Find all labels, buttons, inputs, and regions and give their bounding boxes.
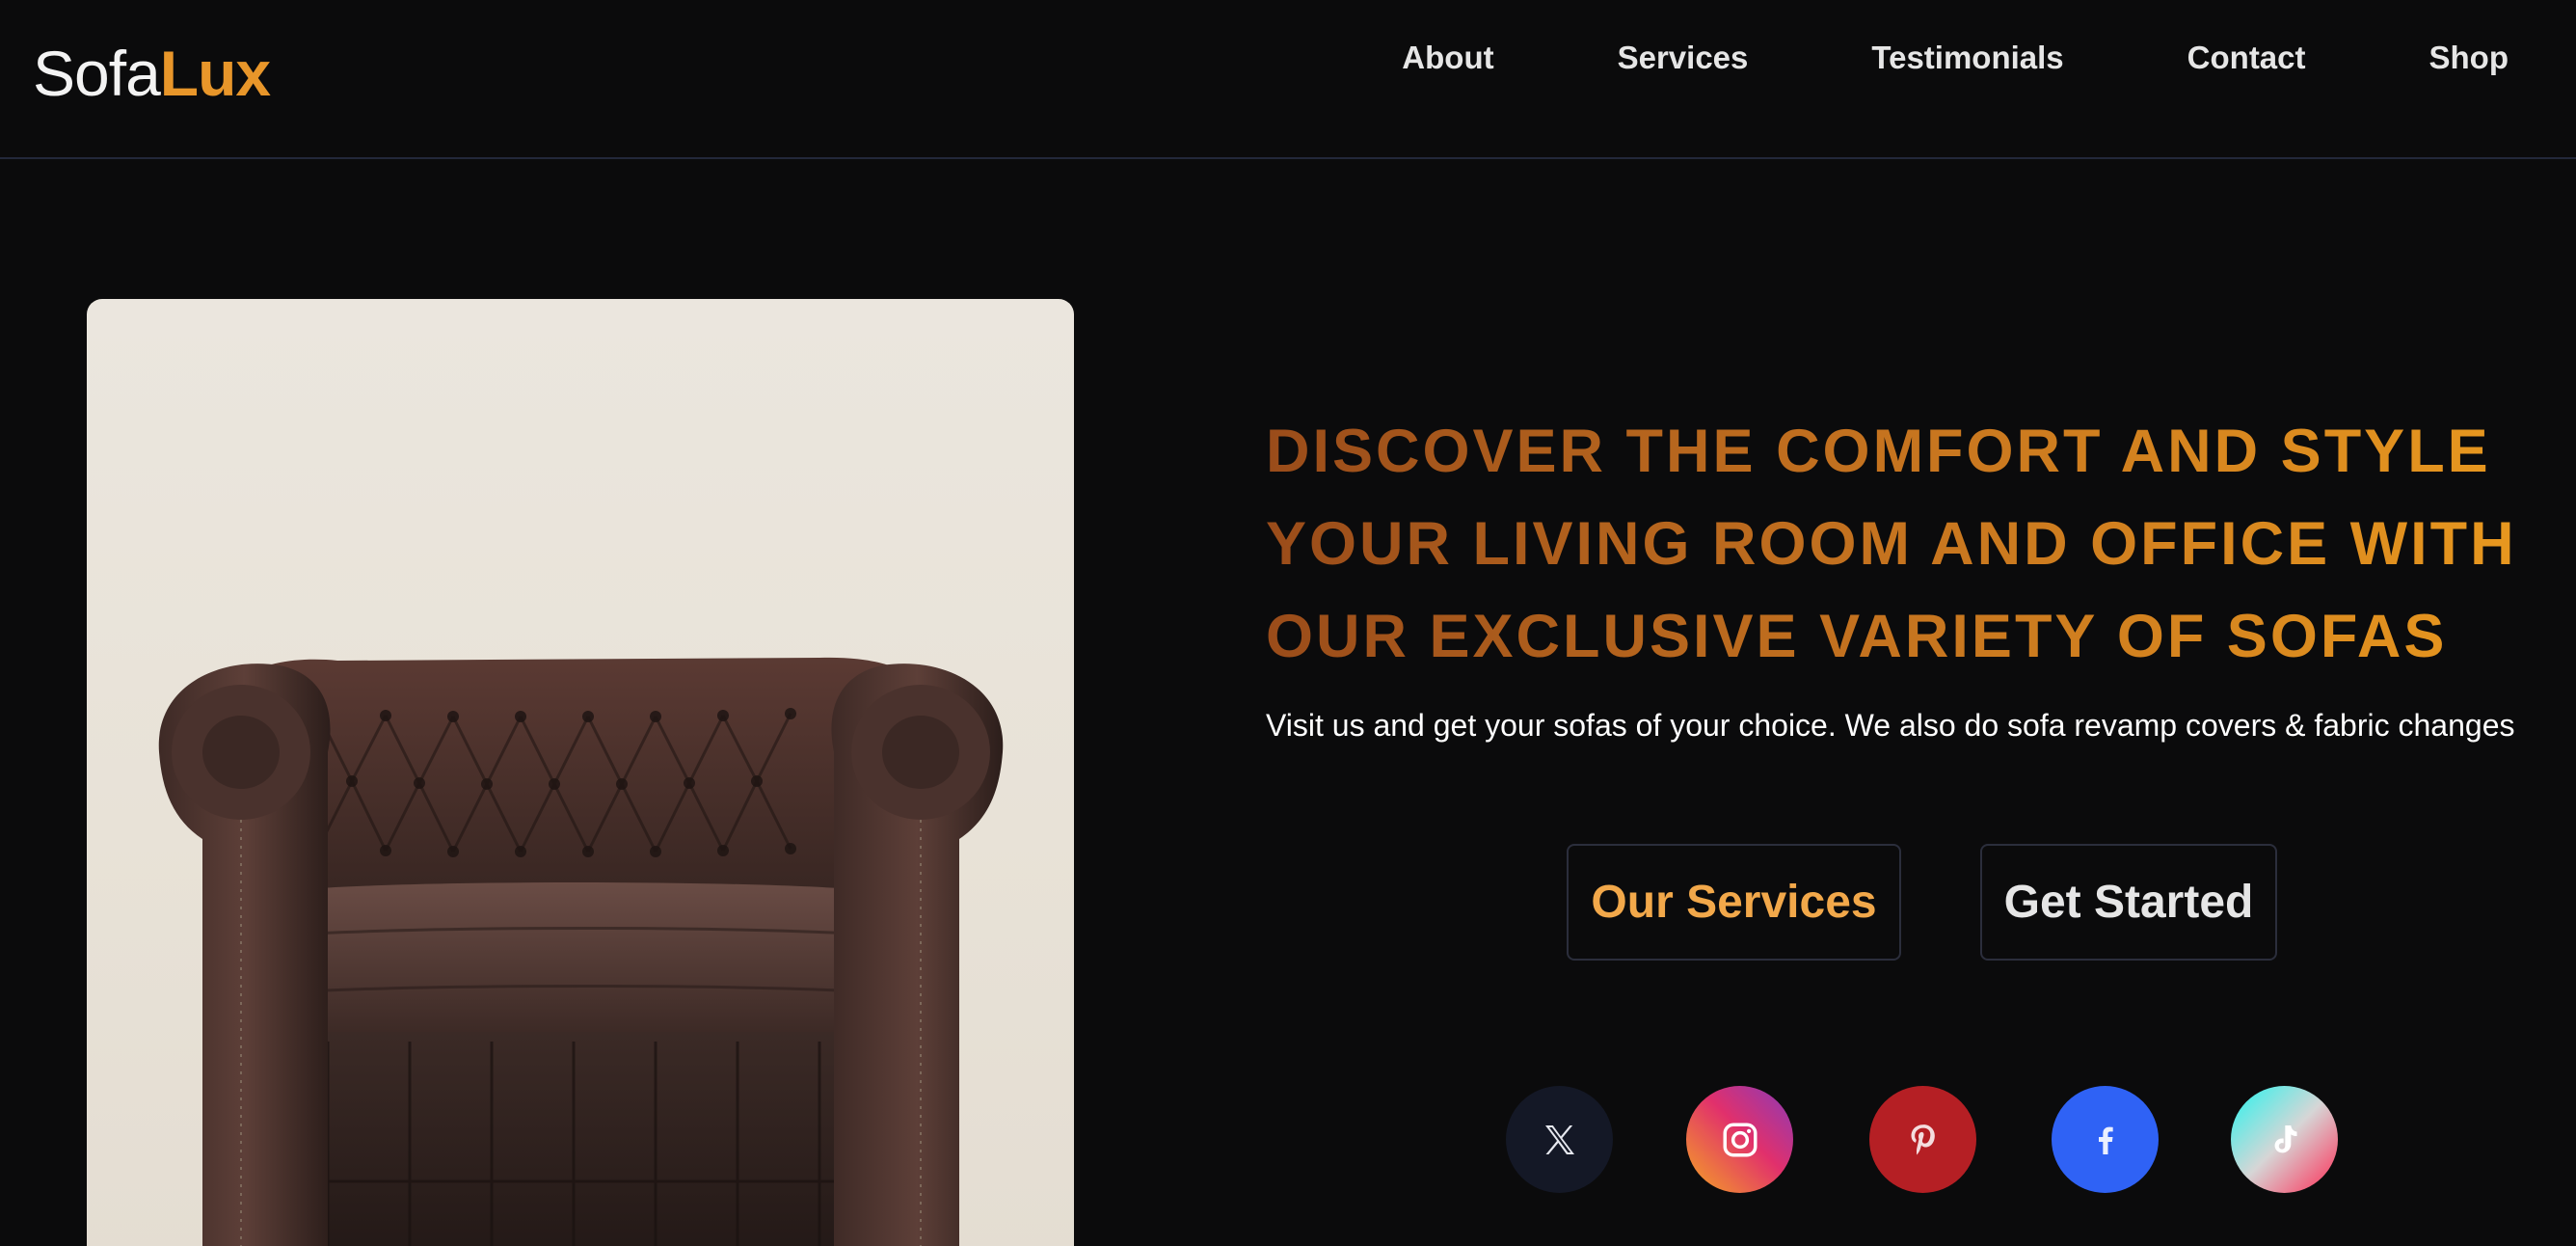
nav-link-about[interactable]: About xyxy=(1402,37,1493,79)
facebook-icon xyxy=(2098,1126,2113,1154)
instagram-icon xyxy=(1723,1123,1757,1156)
hero-headline: DISCOVER THE COMFORT AND STYLE YOUR LIVI… xyxy=(1266,405,2519,683)
hero-image xyxy=(87,299,1074,1246)
tiktok-icon xyxy=(2274,1124,2296,1152)
hero-headline-line-1: DISCOVER THE COMFORT AND STYLE xyxy=(1266,418,2491,485)
site-header: SofaLux About Services Testimonials Cont… xyxy=(0,0,2576,159)
instagram-social-button[interactable] xyxy=(1686,1086,1793,1193)
page: SofaLux About Services Testimonials Cont… xyxy=(0,0,2576,1246)
main-nav: About Services Testimonials Contact Shop xyxy=(1402,37,2509,79)
brand-logo-part-2: Lux xyxy=(159,38,271,109)
x-social-button[interactable] xyxy=(1506,1086,1613,1193)
brand-logo[interactable]: SofaLux xyxy=(33,37,271,110)
hero-headline-line-2: YOUR LIVING ROOM AND OFFICE WITH xyxy=(1266,510,2517,578)
nav-link-shop[interactable]: Shop xyxy=(2429,37,2509,79)
nav-link-testimonials[interactable]: Testimonials xyxy=(1871,37,2063,79)
pinterest-icon xyxy=(1911,1124,1935,1154)
hero-subtext: Visit us and get your sofas of your choi… xyxy=(1266,708,2515,743)
tiktok-social-button[interactable] xyxy=(2231,1086,2338,1193)
x-icon xyxy=(1544,1124,1574,1154)
our-services-button[interactable]: Our Services xyxy=(1567,844,1901,961)
armchair-illustration xyxy=(158,657,1004,1246)
facebook-social-button[interactable] xyxy=(2052,1086,2159,1193)
pinterest-social-button[interactable] xyxy=(1869,1086,1976,1193)
brand-logo-part-1: Sofa xyxy=(33,38,161,109)
nav-link-services[interactable]: Services xyxy=(1618,37,1749,79)
get-started-button[interactable]: Get Started xyxy=(1980,844,2277,961)
hero-headline-line-3: OUR EXCLUSIVE VARIETY OF SOFAS xyxy=(1266,603,2448,670)
nav-link-contact[interactable]: Contact xyxy=(2187,37,2306,79)
